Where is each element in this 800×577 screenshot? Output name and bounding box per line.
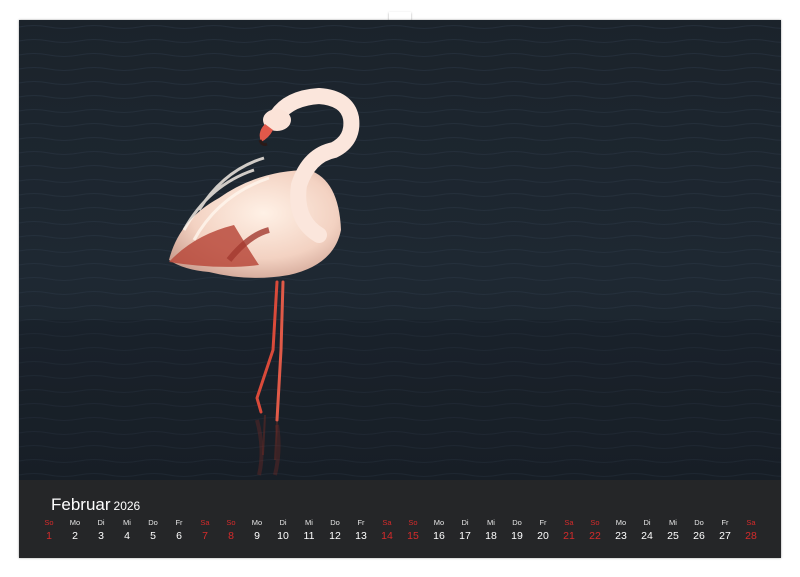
weekday-label: So bbox=[590, 518, 600, 527]
day-number: 15 bbox=[407, 530, 419, 542]
day-number: 23 bbox=[615, 530, 627, 542]
day-number: 3 bbox=[98, 530, 104, 542]
weekday-label: Mo bbox=[69, 518, 81, 527]
day-number: 22 bbox=[589, 530, 601, 542]
calendar-day: Mi 11 bbox=[298, 518, 320, 544]
weekday-label: So bbox=[226, 518, 236, 527]
day-number: 4 bbox=[124, 530, 130, 542]
calendar-day: Mi 25 bbox=[662, 518, 684, 544]
day-number: 10 bbox=[277, 530, 289, 542]
calendar-day: Mi 4 bbox=[116, 518, 138, 544]
weekday-label: Mo bbox=[251, 518, 263, 527]
calendar-day: Mo 2 bbox=[64, 518, 86, 544]
calendar-day: Fr 6 bbox=[168, 518, 190, 544]
weekday-label: Fr bbox=[721, 518, 729, 527]
weekday-label: Mi bbox=[305, 518, 313, 527]
month-title: Februar 2026 bbox=[51, 495, 140, 515]
calendar-day: Mo 23 bbox=[610, 518, 632, 544]
day-number: 16 bbox=[433, 530, 445, 542]
month-name: Februar bbox=[51, 495, 111, 514]
calendar-day: Sa 21 bbox=[558, 518, 580, 544]
day-number: 24 bbox=[641, 530, 653, 542]
flamingo-illustration bbox=[19, 20, 781, 480]
weekday-label: Fr bbox=[175, 518, 183, 527]
weekday-label: Mo bbox=[615, 518, 627, 527]
weekday-label: Di bbox=[97, 518, 105, 527]
calendar-day: Sa 28 bbox=[740, 518, 762, 544]
year-label: 2026 bbox=[113, 499, 141, 513]
day-number: 18 bbox=[485, 530, 497, 542]
weekday-label: So bbox=[408, 518, 418, 527]
day-number: 11 bbox=[303, 530, 315, 542]
day-number: 6 bbox=[176, 530, 182, 542]
weekday-label: Sa bbox=[564, 518, 574, 527]
calendar-day: Di 24 bbox=[636, 518, 658, 544]
day-number: 26 bbox=[693, 530, 705, 542]
weekday-label: Mo bbox=[433, 518, 445, 527]
day-number: 1 bbox=[46, 530, 52, 542]
day-number: 2 bbox=[72, 530, 78, 542]
weekday-label: Sa bbox=[200, 518, 210, 527]
day-number: 12 bbox=[329, 530, 341, 542]
day-number: 9 bbox=[254, 530, 260, 542]
calendar-day: Di 17 bbox=[454, 518, 476, 544]
day-grid: So 1 Mo 2 Di 3 Mi 4 Do 5 Fr 6 Sa 7 So 8 Mo 9 Di 10 Mi 11 Do 12 F… bbox=[44, 518, 756, 552]
weekday-label: Sa bbox=[746, 518, 756, 527]
day-number: 17 bbox=[459, 530, 471, 542]
calendar-day: So 1 bbox=[38, 518, 60, 544]
calendar-day: Do 26 bbox=[688, 518, 710, 544]
day-number: 25 bbox=[667, 530, 679, 542]
weekday-label: Mi bbox=[669, 518, 677, 527]
day-number: 27 bbox=[719, 530, 731, 542]
weekday-label: So bbox=[44, 518, 54, 527]
day-number: 5 bbox=[150, 530, 156, 542]
calendar-day: Do 12 bbox=[324, 518, 346, 544]
day-number: 21 bbox=[563, 530, 575, 542]
calendar-day: Mi 18 bbox=[480, 518, 502, 544]
calendar-day: Mo 16 bbox=[428, 518, 450, 544]
weekday-label: Mi bbox=[487, 518, 495, 527]
weekday-label: Di bbox=[643, 518, 651, 527]
calendar-day: Sa 14 bbox=[376, 518, 398, 544]
day-number: 8 bbox=[228, 530, 234, 542]
day-number: 13 bbox=[355, 530, 367, 542]
calendar-strip: Februar 2026 So 1 Mo 2 Di 3 Mi 4 Do 5 Fr 6 Sa 7 So 8 Mo 9 D… bbox=[19, 480, 781, 558]
calendar-day: Di 10 bbox=[272, 518, 294, 544]
calendar-day: Sa 7 bbox=[194, 518, 216, 544]
calendar-day: Fr 27 bbox=[714, 518, 736, 544]
calendar-day: So 22 bbox=[584, 518, 606, 544]
weekday-label: Fr bbox=[357, 518, 365, 527]
calendar-day: Mo 9 bbox=[246, 518, 268, 544]
calendar-day: Do 5 bbox=[142, 518, 164, 544]
day-number: 14 bbox=[381, 530, 393, 542]
day-number: 7 bbox=[202, 530, 208, 542]
flamingo-photo bbox=[19, 20, 781, 480]
calendar-day: Fr 20 bbox=[532, 518, 554, 544]
weekday-label: Mi bbox=[123, 518, 131, 527]
weekday-label: Sa bbox=[382, 518, 392, 527]
calendar-day: Di 3 bbox=[90, 518, 112, 544]
day-number: 19 bbox=[511, 530, 523, 542]
calendar-sheet: Februar 2026 So 1 Mo 2 Di 3 Mi 4 Do 5 Fr 6 Sa 7 So 8 Mo 9 D… bbox=[19, 20, 781, 558]
weekday-label: Do bbox=[694, 518, 704, 527]
weekday-label: Fr bbox=[539, 518, 547, 527]
weekday-label: Do bbox=[330, 518, 340, 527]
day-number: 28 bbox=[745, 530, 757, 542]
weekday-label: Do bbox=[148, 518, 158, 527]
calendar-day: Fr 13 bbox=[350, 518, 372, 544]
calendar-day: So 15 bbox=[402, 518, 424, 544]
calendar-day: Do 19 bbox=[506, 518, 528, 544]
weekday-label: Di bbox=[279, 518, 287, 527]
weekday-label: Do bbox=[512, 518, 522, 527]
day-number: 20 bbox=[537, 530, 549, 542]
calendar-day: So 8 bbox=[220, 518, 242, 544]
weekday-label: Di bbox=[461, 518, 469, 527]
